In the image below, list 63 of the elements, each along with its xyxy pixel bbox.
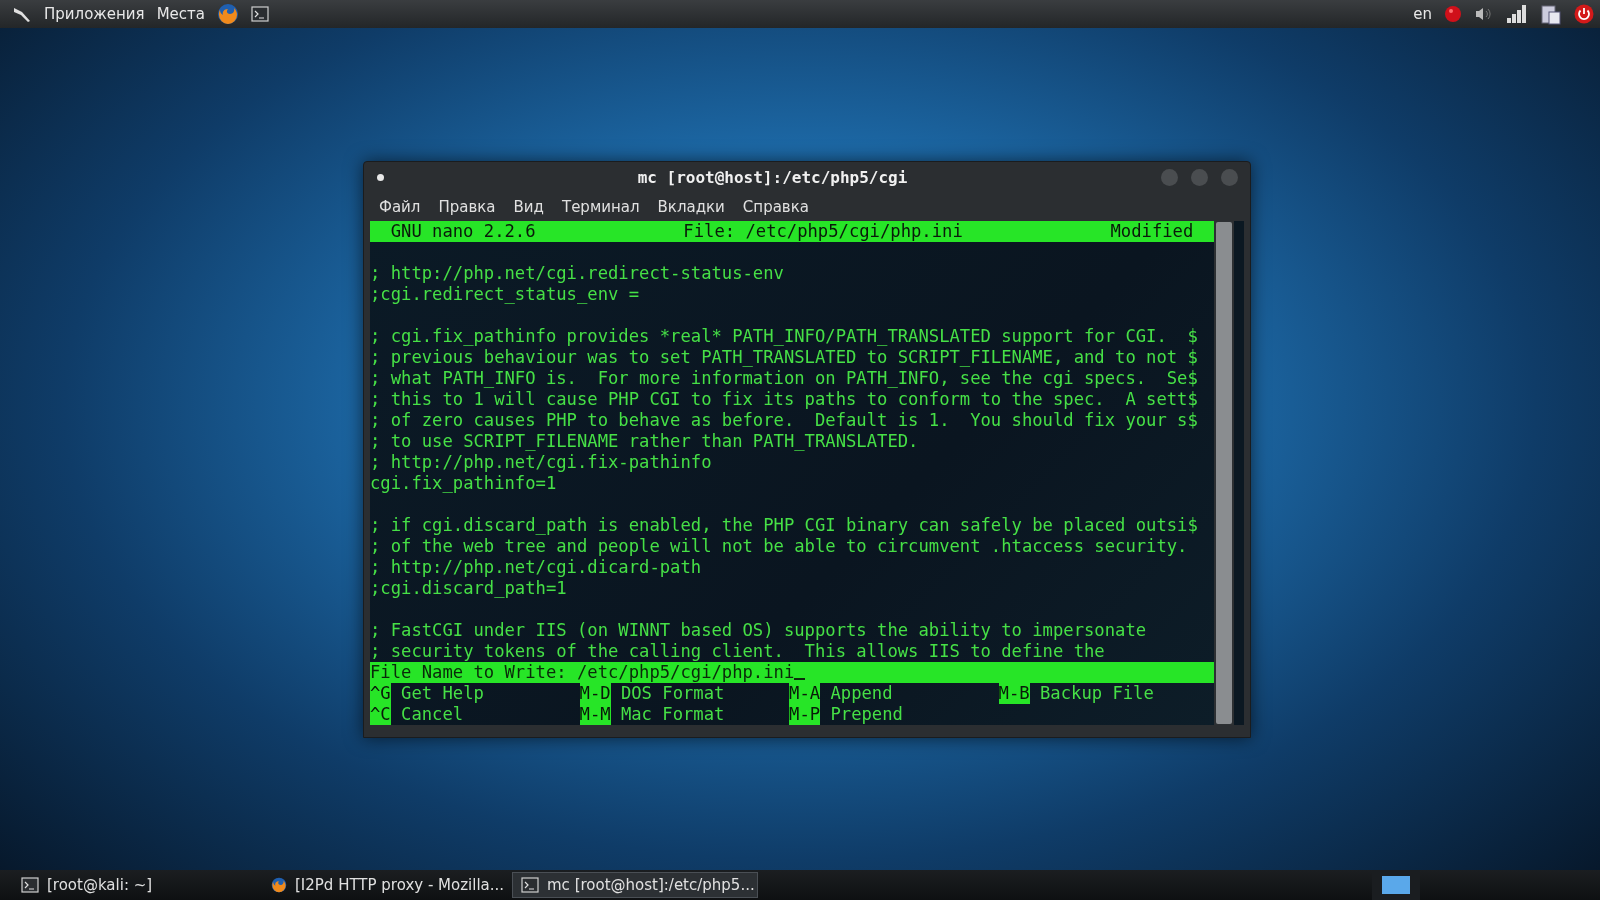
- code-line: ; http://php.net/cgi.dicard-path: [370, 557, 702, 578]
- menu-item[interactable]: Вид: [513, 197, 544, 216]
- shortcut-key: M-D: [579, 683, 611, 704]
- code-line: ; of zero causes PHP to behave as before. Default is 1. You should fix your s$: [370, 410, 1198, 431]
- taskbar-item[interactable]: [I2Pd HTTP proxy - Mozilla...: [262, 872, 508, 898]
- applications-menu[interactable]: Приложения: [44, 5, 145, 23]
- code-line: ; previous behaviour was to set PATH_TRANSLATED to SCRIPT_FILENAME, and to not $: [370, 347, 1198, 368]
- browser-icon[interactable]: [217, 3, 239, 25]
- prompt-text: File Name to Write: /etc/php5/cgi/php.ini: [370, 662, 795, 683]
- shortcut-label: Mac Format: [620, 704, 725, 725]
- shortcut-key: M-B: [998, 683, 1030, 704]
- shortcut-label: Backup File: [1040, 683, 1154, 704]
- code-line: ; if cgi.discard_path is enabled, the PHP CGI binary can safely be placed outsi$: [370, 515, 1198, 536]
- menu-item[interactable]: Терминал: [561, 197, 640, 216]
- code-line: ;cgi.redirect_status_env =: [370, 284, 640, 305]
- menu-item[interactable]: Правка: [438, 197, 496, 216]
- task-label: mc [root@host]:/etc/php5...: [547, 876, 755, 894]
- power-icon[interactable]: [1574, 4, 1594, 24]
- window-title: mc [root@host]:/etc/php5/cgi: [636, 167, 909, 187]
- volume-icon[interactable]: [1474, 6, 1494, 22]
- code-line: ; cgi.fix_pathinfo provides *real* PATH_INFO/PATH_TRANSLATED support for CGI. $: [370, 326, 1198, 347]
- modified-status: Modified: [1110, 221, 1194, 242]
- code-line: ; of the web tree and people will not be able to circumvent .htaccess security.: [370, 536, 1188, 557]
- terminal-icon[interactable]: [251, 6, 269, 22]
- code-line: ; http://php.net/cgi.fix-pathinfo: [370, 452, 712, 473]
- code-line: ; this to 1 will cause PHP CGI to fix its paths to conform to the spec. A sett$: [370, 389, 1198, 410]
- terminal-icon[interactable]: [521, 877, 539, 893]
- shortcut-key: M-P: [789, 704, 821, 725]
- shortcut-label: Cancel: [401, 704, 464, 725]
- shortcut-key: ^C: [370, 704, 391, 725]
- clipboard-icon[interactable]: [1540, 3, 1562, 25]
- file-name: File: /etc/php5/cgi/php.ini: [683, 221, 963, 242]
- nano-version: GNU nano 2.2.6: [390, 221, 536, 242]
- shortcut-label: DOS Format: [620, 683, 725, 704]
- code-line: ; http://php.net/cgi.redirect-status-env: [370, 263, 784, 284]
- code-line: ; FastCGI under IIS (on WINNT based OS) supports the ability to impersonate: [370, 620, 1147, 641]
- task-label: [root@kali: ~]: [47, 876, 153, 894]
- task-label: [I2Pd HTTP proxy - Mozilla...: [295, 876, 505, 894]
- record-icon[interactable]: [1444, 5, 1462, 23]
- shortcut-key: M-A: [789, 683, 821, 704]
- window-menu-dot[interactable]: [377, 173, 384, 181]
- code-line: ; to use SCRIPT_FILENAME rather than PATH_TRANSLATED.: [370, 431, 919, 452]
- browser-icon[interactable]: [271, 877, 287, 893]
- shortcut-label: Append: [830, 683, 893, 704]
- code-line: ; what PATH_INFO is. For more information on PATH_INFO, see the cgi specs. Se$: [370, 368, 1198, 389]
- shortcut-key: M-M: [579, 704, 611, 725]
- places-menu[interactable]: Места: [156, 5, 205, 23]
- taskbar-item[interactable]: mc [root@host]:/etc/php5...: [512, 872, 758, 898]
- shortcut-label: Get Help: [401, 683, 484, 704]
- keyboard-layout[interactable]: en: [1413, 5, 1432, 23]
- text-cursor: [794, 678, 805, 680]
- terminal-icon[interactable]: [21, 877, 39, 893]
- shortcut-key: ^G: [370, 683, 391, 704]
- menu-item[interactable]: Файл: [379, 197, 421, 216]
- signal-icon[interactable]: [1506, 4, 1528, 24]
- shortcut-label: Prepend: [830, 704, 903, 725]
- taskbar-item[interactable]: [root@kali: ~]: [12, 872, 258, 898]
- code-line: ;cgi.discard_path=1: [370, 578, 567, 599]
- code-line: ; security tokens of the calling client. This allows IIS to define the: [370, 641, 1105, 662]
- menu-item[interactable]: Справка: [742, 197, 809, 216]
- code-line: cgi.fix_pathinfo=1: [370, 473, 557, 494]
- menu-item[interactable]: Вкладки: [657, 197, 725, 216]
- scrollbar[interactable]: [1214, 221, 1234, 725]
